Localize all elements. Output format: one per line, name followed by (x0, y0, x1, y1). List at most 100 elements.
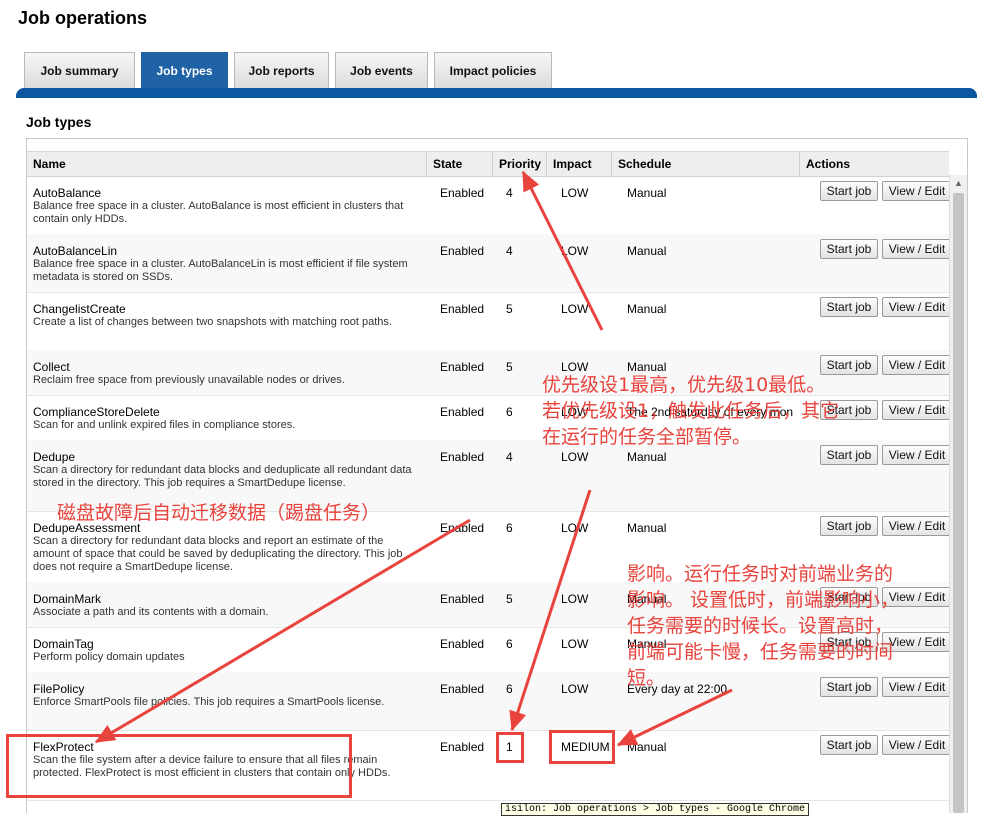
job-state: Enabled (440, 360, 485, 374)
job-actions: Start job View / Edit (820, 181, 952, 201)
job-actions: Start job View / Edit (820, 297, 952, 317)
job-schedule: Manual (627, 244, 667, 258)
job-name-cell: AutoBalance Balance free space in a clust… (33, 186, 413, 226)
job-state: Enabled (440, 521, 485, 535)
job-name-cell: DedupeAssessment Scan a directory for red… (33, 521, 413, 574)
job-name-cell: DomainTag Perform policy domain updates (33, 637, 413, 664)
view-edit-button[interactable]: View / Edit (882, 445, 952, 465)
job-priority: 4 (506, 450, 513, 464)
flexprotect-annotation: 磁盘故障后自动迁移数据（踢盘任务） (57, 502, 381, 524)
view-edit-button[interactable]: View / Edit (882, 516, 952, 536)
impact-annotation-line: 影响。运行任务时对前端业务的 (627, 563, 894, 585)
column-header-state[interactable]: State (427, 152, 493, 176)
column-header-name[interactable]: Name (27, 152, 427, 176)
impact-annotation-line: 短。 (627, 667, 666, 689)
job-schedule: Manual (627, 450, 667, 464)
job-actions: Start job View / Edit (820, 516, 952, 536)
view-edit-button[interactable]: View / Edit (882, 181, 952, 201)
column-header-actions: Actions (806, 157, 851, 171)
job-name: AutoBalanceLin (33, 244, 118, 258)
job-name-cell: ComplianceStoreDelete Scan for and unlink… (33, 405, 413, 432)
job-description: Perform policy domain updates (33, 651, 185, 663)
job-name: ComplianceStoreDelete (33, 405, 160, 419)
start-job-button[interactable]: Start job (820, 239, 878, 259)
job-priority: 5 (506, 302, 513, 316)
job-priority: 4 (506, 186, 513, 200)
job-actions: Start job View / Edit (820, 445, 952, 465)
job-priority: 5 (506, 360, 513, 374)
job-description: Scan for and unlink expired files in com… (33, 419, 296, 431)
column-header-schedule[interactable]: Schedule (612, 152, 800, 176)
impact-annotation-line: 任务需要的时候长。设置高时， (627, 615, 894, 637)
job-schedule: Manual (627, 740, 667, 754)
job-priority: 5 (506, 592, 513, 606)
priority-annotation-line: 优先级设1最高，优先级10最低。 (542, 374, 826, 396)
column-header-impact[interactable]: Impact (547, 152, 612, 176)
job-priority: 6 (506, 405, 513, 419)
job-description: Balance free space in a cluster. AutoBal… (33, 258, 408, 283)
job-priority: 6 (506, 637, 513, 651)
priority-highlight-box (496, 732, 524, 763)
view-edit-button[interactable]: View / Edit (882, 355, 952, 375)
view-edit-button[interactable]: View / Edit (882, 735, 952, 755)
job-state: Enabled (440, 637, 485, 651)
scroll-thumb[interactable] (953, 193, 964, 813)
job-state: Enabled (440, 244, 485, 258)
job-schedule: Manual (627, 521, 667, 535)
job-name: DomainTag (33, 637, 94, 651)
job-description: Create a list of changes between two sna… (33, 316, 392, 328)
view-edit-button[interactable]: View / Edit (882, 400, 952, 420)
table-row: AutoBalance Balance free space in a clust… (27, 176, 952, 235)
job-name-cell: FilePolicy Enforce SmartPools file polici… (33, 682, 413, 709)
job-state: Enabled (440, 682, 485, 696)
start-job-button[interactable]: Start job (820, 516, 878, 536)
job-state: Enabled (440, 186, 485, 200)
job-name-cell: AutoBalanceLin Balance free space in a cl… (33, 244, 413, 284)
job-description: Reclaim free space from previously unava… (33, 374, 345, 386)
job-name-cell: DomainMark Associate a path and its conte… (33, 592, 413, 619)
job-actions: Start job View / Edit (820, 355, 952, 375)
job-name: Dedupe (33, 450, 76, 464)
job-impact: LOW (561, 521, 589, 535)
job-impact: LOW (561, 244, 589, 258)
job-description: Associate a path and its contents with a… (33, 606, 269, 618)
job-actions: Start job View / Edit (820, 400, 952, 420)
job-impact: LOW (561, 592, 589, 606)
start-job-button[interactable]: Start job (820, 735, 878, 755)
job-name: AutoBalance (33, 186, 102, 200)
table-row: AutoBalanceLin Balance free space in a cl… (27, 234, 952, 293)
start-job-button[interactable]: Start job (820, 181, 878, 201)
tab-job-reports[interactable]: Job reports (234, 52, 329, 88)
job-state: Enabled (440, 592, 485, 606)
table-row: ChangelistCreate Create a list of changes… (27, 292, 952, 351)
job-description: Scan a directory for redundant data bloc… (33, 535, 403, 573)
column-header-priority[interactable]: Priority (493, 152, 547, 176)
scroll-up-arrow-icon[interactable]: ▲ (954, 178, 963, 188)
start-job-button[interactable]: Start job (820, 297, 878, 317)
tab-impact-policies[interactable]: Impact policies (434, 52, 552, 88)
job-description: Scan a directory for redundant data bloc… (33, 464, 412, 489)
job-name: Collect (33, 360, 70, 374)
impact-annotation-line: 前端可能卡慢，任务需要的时间 (627, 641, 894, 663)
tab-job-events[interactable]: Job events (335, 52, 428, 88)
tab-underline (16, 88, 977, 98)
job-name-cell: Collect Reclaim free space from previousl… (33, 360, 413, 387)
view-edit-button[interactable]: View / Edit (882, 239, 952, 259)
impact-annotation-line: 影响。 设置低时，前端影响小， (627, 589, 900, 611)
impact-highlight-box (549, 730, 615, 764)
job-impact: LOW (561, 302, 589, 316)
window-title-tooltip: isilon: Job operations > Job types - Goo… (501, 803, 810, 816)
job-impact: LOW (561, 637, 589, 651)
section-title: Job types (26, 114, 92, 130)
tab-job-types[interactable]: Job types (141, 52, 228, 88)
job-description: Balance free space in a cluster. AutoBal… (33, 200, 404, 225)
job-priority: 6 (506, 682, 513, 696)
job-state: Enabled (440, 740, 485, 754)
job-state: Enabled (440, 450, 485, 464)
impact-annotation: 影响。运行任务时对前端业务的 影响。 设置低时，前端影响小， 任务需要的时候长。… (627, 561, 899, 691)
vertical-scrollbar[interactable]: ▲ (949, 175, 967, 813)
view-edit-button[interactable]: View / Edit (882, 297, 952, 317)
tab-job-summary[interactable]: Job summary (24, 52, 135, 88)
table-header: Name State Priority Impact Schedule Acti… (27, 151, 949, 177)
priority-annotation: 优先级设1最高，优先级10最低。 若优先级设1，触发此任务后，其它 在运行的任务… (542, 372, 839, 450)
